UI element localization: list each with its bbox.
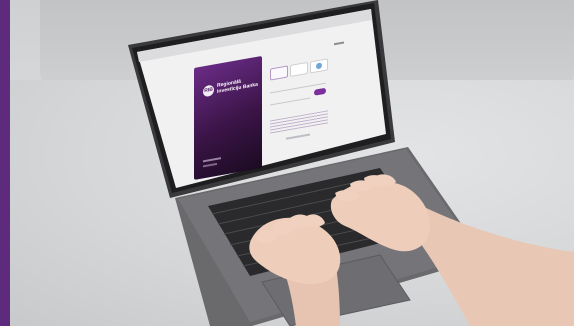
hands — [249, 174, 574, 326]
photo: RIB Regionālā investīciju Banka — [0, 0, 574, 326]
right-arm — [418, 205, 574, 326]
